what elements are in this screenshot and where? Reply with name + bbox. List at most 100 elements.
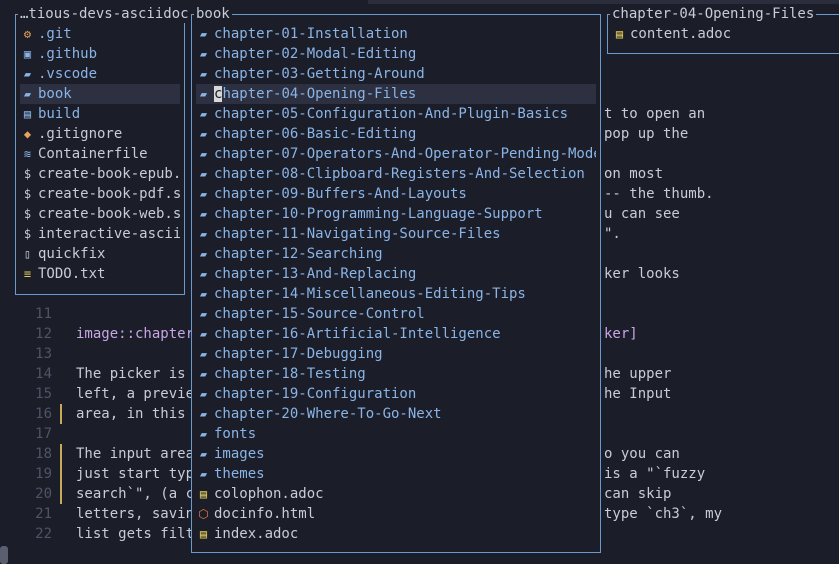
entry-label: chapter-16-Artificial-Intelligence (214, 326, 501, 342)
directory-entry[interactable]: ▰ chapter-18-Testing (196, 364, 596, 384)
directory-entry[interactable]: ▰ chapter-16-Artificial-Intelligence (196, 324, 596, 344)
editor-text-fragment: he upper (604, 366, 672, 382)
directory-entry[interactable]: ▤ build (20, 104, 180, 124)
preview-panel[interactable]: chapter-04-Opening-Files ▤ content.adoc (607, 5, 839, 54)
entry-label: create-book-web.sh (38, 206, 180, 222)
folder-icon: ▰ (199, 347, 208, 361)
folder-icon: ▰ (199, 467, 208, 481)
folder-icon: ▰ (199, 287, 208, 301)
file-entry[interactable]: ▯ quickfix (20, 244, 180, 264)
folder-icon: ▰ (199, 387, 208, 401)
folder-icon: ▰ (199, 367, 208, 381)
entry-label: chapter-20-Where-To-Go-Next (214, 406, 442, 422)
directory-entry[interactable]: ▰ chapter-04-Opening-Files (196, 84, 596, 104)
entry-label: .vscode (38, 66, 98, 82)
html-file-icon: ⬡ (198, 507, 209, 521)
line-number: 14 (35, 366, 52, 382)
entry-label: TODO.txt (38, 266, 106, 282)
folder-icon: ▰ (199, 107, 208, 121)
folder-icon: ▰ (199, 67, 208, 81)
directory-entry[interactable]: ▰ chapter-11-Navigating-Source-Files (196, 224, 596, 244)
directory-entry[interactable]: ▣ .github (20, 44, 180, 64)
docker-icon: ≋ (23, 147, 32, 161)
directory-entry[interactable]: ▰ .vscode (20, 64, 180, 84)
file-icon: ▯ (23, 247, 32, 261)
directory-entry[interactable]: ▰ chapter-17-Debugging (196, 344, 596, 364)
directory-entry[interactable]: ▰ book (20, 84, 180, 104)
editor-text-fragment: t to open an (604, 106, 706, 122)
entry-label: chapter-13-And-Replacing (214, 266, 417, 282)
entry-label: chapter-19-Configuration (214, 386, 417, 402)
directory-entry[interactable]: ▰ chapter-09-Buffers-And-Layouts (196, 184, 596, 204)
file-entry[interactable]: ▤ colophon.adoc (196, 484, 596, 504)
entry-label: chapter-18-Testing (214, 366, 366, 382)
panel-title: book (194, 5, 232, 23)
entry-label: images (214, 446, 265, 462)
directory-entry[interactable]: ▰ chapter-08-Clipboard-Registers-And-Sele… (196, 164, 596, 184)
scrollbar-thumb[interactable] (0, 546, 8, 564)
parent-directory-panel[interactable]: …tious-devs-asciidoc ⚙ .git ▣ .github ▰ .vsco… (15, 5, 191, 295)
directory-entry[interactable]: ▰ chapter-13-And-Replacing (196, 264, 596, 284)
shell-icon: $ (23, 187, 32, 201)
entry-label: create-book-pdf.sh (38, 186, 180, 202)
file-entry[interactable]: ⬡ docinfo.html (196, 504, 596, 524)
folder-icon: ▰ (199, 167, 208, 181)
folder-icon: ▰ (199, 427, 208, 441)
directory-entry[interactable]: ▰ chapter-12-Searching (196, 244, 596, 264)
git-change-marker (60, 444, 62, 464)
folder-icon: ▰ (23, 67, 32, 81)
directory-entry[interactable]: ▰ fonts (196, 424, 596, 444)
line-number: 12 (35, 326, 52, 342)
entry-label: chapter-14-Miscellaneous-Editing-Tips (214, 286, 526, 302)
entry-label: chapter-08-Clipboard-Registers-And-Selec… (214, 166, 585, 182)
file-entry[interactable]: ≡ TODO.txt (20, 264, 180, 284)
file-entry[interactable]: ≋ Containerfile (20, 144, 180, 164)
file-entry[interactable]: $ create-book-epub.s (20, 164, 180, 184)
directory-entry[interactable]: ▰ chapter-02-Modal-Editing (196, 44, 596, 64)
file-entry[interactable]: ▤ content.adoc (612, 24, 835, 44)
directory-entry[interactable]: ▰ chapter-03-Getting-Around (196, 64, 596, 84)
folder-icon: ▰ (199, 307, 208, 321)
directory-entry[interactable]: ▰ chapter-14-Miscellaneous-Editing-Tips (196, 284, 596, 304)
line-number: 16 (35, 406, 52, 422)
directory-entry[interactable]: ▰ chapter-20-Where-To-Go-Next (196, 404, 596, 424)
folder-icon: ▰ (199, 247, 208, 261)
folder-icon: ▰ (23, 87, 32, 101)
file-entry[interactable]: ▤ index.adoc (196, 524, 596, 544)
line-text: area, in this (76, 406, 186, 422)
file-entry[interactable]: $ create-book-pdf.sh (20, 184, 180, 204)
directory-entry[interactable]: ▰ chapter-19-Configuration (196, 384, 596, 404)
file-entry[interactable]: $ create-book-web.sh (20, 204, 180, 224)
directory-entry[interactable]: ▰ chapter-01-Installation (196, 24, 596, 44)
folder-icon: ▰ (199, 267, 208, 281)
directory-entry[interactable]: ▰ chapter-15-Source-Control (196, 304, 596, 324)
line-number: 17 (35, 426, 52, 442)
directory-entry[interactable]: ▰ images (196, 444, 596, 464)
editor-text-fragment: ". (604, 226, 621, 242)
git-change-marker (60, 484, 62, 504)
entry-label: chapter-01-Installation (214, 26, 408, 42)
directory-entry[interactable]: ⚙ .git (20, 24, 180, 44)
directory-entry[interactable]: ▰ themes (196, 464, 596, 484)
line-number: 21 (35, 506, 52, 522)
folder-icon: ▰ (199, 447, 208, 461)
shell-icon: $ (23, 227, 32, 241)
entry-label: fonts (214, 426, 257, 442)
directory-entry[interactable]: ▰ chapter-05-Configuration-And-Plugin-Bas… (196, 104, 596, 124)
directory-entry[interactable]: ▰ chapter-10-Programming-Language-Support (196, 204, 596, 224)
git-change-marker (60, 404, 62, 424)
entry-label: .git (38, 26, 72, 42)
folder-icon: ▰ (199, 407, 208, 421)
line-text: The picker is (76, 366, 186, 382)
directory-entry[interactable]: ▰ chapter-07-Operators-And-Operator-Pendi… (196, 144, 596, 164)
line-number: 15 (35, 386, 52, 402)
file-entry[interactable]: ◆ .gitignore (20, 124, 180, 144)
current-directory-panel[interactable]: book ▰ chapter-01-Installation ▰ chapter-02… (191, 5, 601, 553)
github-folder-icon: ▣ (23, 47, 32, 61)
folder-icon: ▰ (199, 327, 208, 341)
directory-entry[interactable]: ▰ chapter-06-Basic-Editing (196, 124, 596, 144)
editor-text-fragment: ker looks (604, 266, 680, 282)
git-change-marker (60, 464, 62, 484)
editor-text-fragment: on most (604, 166, 664, 182)
file-entry[interactable]: $ interactive-asciid (20, 224, 180, 244)
